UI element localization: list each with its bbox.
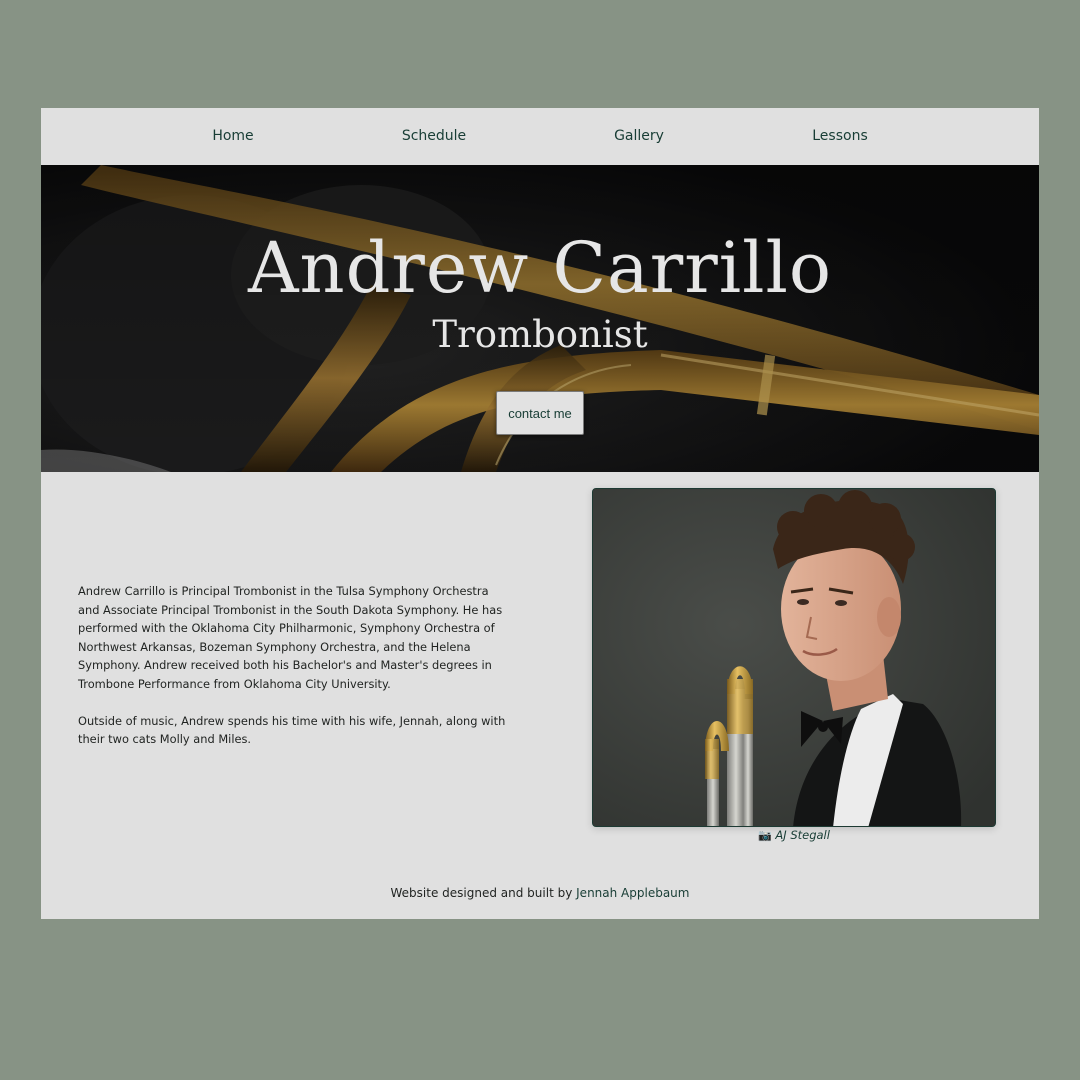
nav-lessons-link[interactable]: Lessons [812,108,868,165]
bio-paragraph: Outside of music, Andrew spends his time… [78,713,506,747]
hero-banner: Andrew Carrillo Trombonist contact me [41,165,1039,472]
camera-icon: 📷 [758,829,772,842]
nav-gallery-link[interactable]: Gallery [614,108,664,165]
portrait-illustration [593,489,995,826]
contact-me-button[interactable]: contact me [496,391,584,435]
footer-author-link[interactable]: Jennah Applebaum [576,886,689,900]
photo-credit: 📷 AJ Stegall [592,828,996,842]
portrait-photo [592,488,996,827]
photo-credit-name[interactable]: AJ Stegall [775,828,830,842]
nav-home-link[interactable]: Home [212,108,253,165]
footer-text: Website designed and built by [390,886,573,900]
main-nav: Home Schedule Gallery Lessons [41,108,1039,165]
bio-text: Andrew Carrillo is Principal Trombonist … [78,582,508,767]
nav-schedule-link[interactable]: Schedule [402,108,466,165]
hero-subtitle: Trombonist [432,313,648,356]
site-frame: Home Schedule Gallery Lessons Andrew Car… [41,108,1039,919]
bio-paragraph: Andrew Carrillo is Principal Trombonist … [78,584,503,691]
footer: Website designed and built by Jennah App… [41,886,1039,900]
hero-title: Andrew Carrillo [247,227,833,309]
